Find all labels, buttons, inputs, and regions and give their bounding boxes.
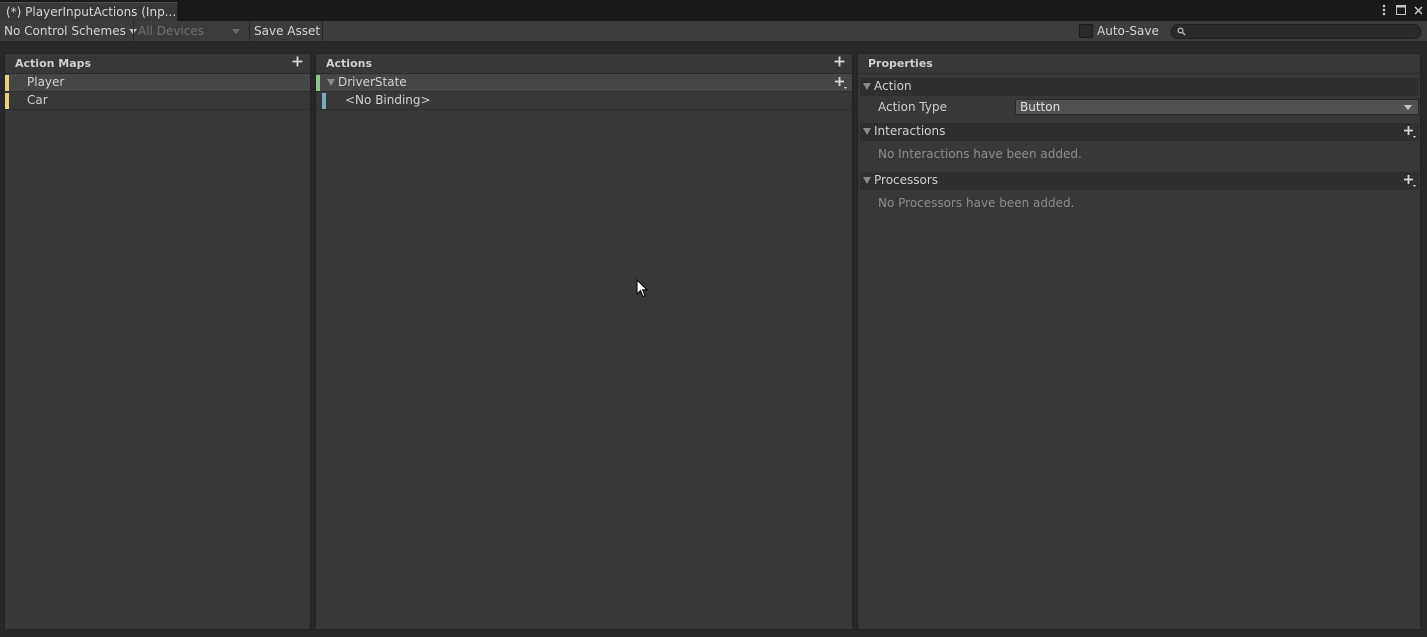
plus-icon	[292, 56, 302, 67]
action-type-row: Action Type Button	[860, 96, 1419, 118]
processors-section-title: Processors	[874, 173, 939, 187]
properties-title: Properties	[868, 57, 933, 70]
devices-label: All Devices	[138, 24, 204, 38]
actions-panel: Actions DriverState <No Binding>	[315, 53, 853, 630]
action-map-color-bar	[5, 75, 9, 91]
control-schemes-label: No Control Schemes	[4, 24, 126, 38]
processors-section-header[interactable]: Processors	[860, 172, 1419, 190]
binding-label: <No Binding>	[345, 93, 431, 107]
close-icon[interactable]	[1413, 3, 1423, 17]
action-map-color-bar	[5, 93, 9, 109]
action-type-label: Action Type	[878, 100, 947, 114]
action-maps-panel: Action Maps Player Car	[4, 53, 311, 630]
add-action-button[interactable]	[832, 55, 846, 69]
action-map-label: Player	[27, 75, 65, 89]
add-binding-button[interactable]	[834, 76, 848, 90]
action-type-value: Button	[1020, 100, 1061, 114]
control-schemes-dropdown[interactable]: No Control Schemes	[0, 22, 141, 41]
more-vertical-icon[interactable]	[1379, 3, 1389, 17]
action-map-item-player[interactable]: Player	[5, 74, 310, 92]
action-maps-header: Action Maps	[5, 54, 310, 74]
binding-color-bar	[322, 93, 326, 109]
maximize-icon[interactable]	[1396, 3, 1406, 17]
auto-save-checkbox[interactable]	[1079, 24, 1093, 38]
plus-dropdown-icon	[1404, 126, 1416, 138]
mouse-cursor-icon	[636, 278, 649, 301]
chevron-down-icon	[1404, 105, 1412, 110]
devices-dropdown[interactable]: All Devices	[134, 22, 246, 41]
interactions-section-header[interactable]: Interactions	[860, 123, 1419, 141]
window-tab[interactable]: (*) PlayerInputActions (Inp...	[0, 2, 178, 21]
add-action-map-button[interactable]	[290, 55, 304, 69]
action-color-bar	[316, 75, 320, 91]
window-tab-bar: (*) PlayerInputActions (Inp...	[0, 0, 1427, 21]
search-input[interactable]	[1171, 24, 1421, 39]
search-icon	[1177, 27, 1186, 36]
save-asset-button[interactable]: Save Asset	[250, 22, 324, 41]
expand-arrow-icon[interactable]	[327, 79, 335, 86]
toolbar: No Control Schemes All Devices Save Asse…	[0, 21, 1427, 42]
action-type-dropdown[interactable]: Button	[1015, 99, 1419, 115]
add-interaction-button[interactable]	[1403, 125, 1417, 139]
action-section-header[interactable]: Action	[860, 78, 1419, 96]
action-map-label: Car	[27, 93, 48, 107]
properties-content: Action Action Type Button Interactions N…	[858, 74, 1420, 216]
action-label: DriverState	[338, 75, 407, 89]
auto-save-label: Auto-Save	[1097, 24, 1159, 38]
window-controls	[1379, 3, 1423, 17]
actions-title: Actions	[326, 57, 372, 70]
add-processor-button[interactable]	[1403, 174, 1417, 188]
collapse-arrow-icon	[863, 83, 871, 90]
actions-header: Actions	[316, 54, 852, 74]
action-item-driverstate[interactable]: DriverState	[316, 74, 852, 92]
processors-empty-message: No Processors have been added.	[878, 196, 1075, 210]
action-section-title: Action	[874, 79, 912, 93]
plus-dropdown-icon	[1404, 175, 1416, 187]
interactions-empty-message: No Interactions have been added.	[878, 147, 1082, 161]
action-maps-title: Action Maps	[15, 57, 92, 70]
action-map-item-car[interactable]: Car	[5, 92, 310, 110]
chevron-down-icon	[232, 29, 240, 34]
collapse-arrow-icon	[863, 128, 871, 135]
binding-item[interactable]: <No Binding>	[316, 92, 852, 110]
plus-dropdown-icon	[835, 77, 847, 89]
properties-panel: Properties Action Action Type Button Int…	[857, 53, 1421, 630]
plus-icon	[834, 56, 844, 67]
collapse-arrow-icon	[863, 177, 871, 184]
toolbar-divider	[322, 21, 323, 42]
interactions-section-title: Interactions	[874, 124, 946, 138]
properties-header: Properties	[858, 54, 1420, 74]
